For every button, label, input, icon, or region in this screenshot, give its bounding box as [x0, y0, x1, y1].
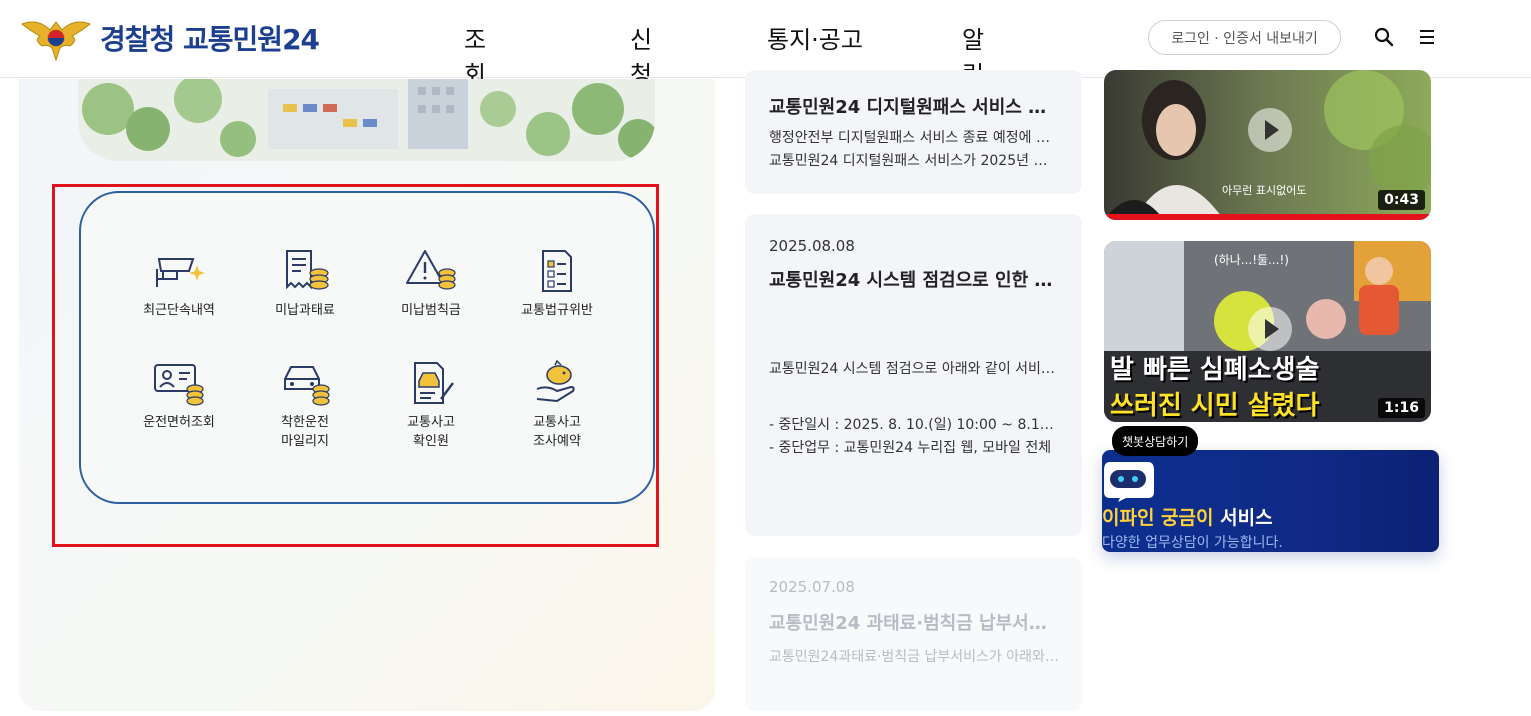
news-body-line: 행정안전부 디지털원패스 서비스 종료 예정에 따라 — [769, 130, 1059, 146]
service-license-inquiry[interactable]: 운전면허조회 — [119, 359, 239, 432]
nav-item-notice[interactable]: 통지·공고 — [767, 20, 863, 55]
license-card-icon — [154, 364, 204, 406]
news-date: 2025.07.08 — [769, 578, 855, 596]
chatbot-robot-icon — [1104, 462, 1154, 502]
police-emblem-icon — [21, 21, 91, 62]
service-label: 미납범칙금 — [401, 303, 461, 318]
service-label: 교통사고 확인원 — [407, 415, 455, 449]
news-card[interactable]: 교통민원24 디지털원패스 서비스 종료 안내 행정안전부 디지털원패스 서비스… — [745, 70, 1082, 194]
news-body-line: - 중단업무 : 교통민원24 누리집 웹, 모바일 전체 — [769, 440, 1052, 456]
accident-document-icon — [414, 362, 454, 404]
service-traffic-violation[interactable]: 교통법규위반 — [497, 247, 617, 320]
service-label: 미납과태료 — [275, 303, 335, 318]
quick-services-box: 최근단속내역 미납과태료 미납범칙금 교통법규위반 운전면허조회 착한운전 마일… — [79, 191, 655, 504]
news-date: 2025.08.08 — [769, 237, 855, 255]
chatbot-title: 이파인 궁금이 서비스 — [1102, 503, 1273, 530]
service-unpaid-penalties[interactable]: 미납범칙금 — [371, 247, 491, 320]
chatbot-subtitle: 다양한 업무상담이 가능합니다. — [1102, 535, 1283, 551]
service-label: 교통사고 조사예약 — [533, 415, 581, 449]
video-thumbnail[interactable]: 아무런 표시없어도 0:43 — [1104, 70, 1431, 220]
logo-main-text: 경찰청 — [100, 23, 175, 56]
chatbot-title-highlight: 이파인 궁금이 — [1102, 507, 1214, 529]
cctv-camera-icon — [156, 258, 205, 287]
city-illustration — [78, 79, 655, 161]
search-icon[interactable] — [1374, 27, 1394, 47]
hand-piggybank-icon — [536, 359, 575, 403]
receipt-coins-icon — [286, 250, 329, 290]
service-label: 운전면허조회 — [143, 415, 215, 430]
video-caption-line1: 발 빠른 심폐소생술 — [1110, 355, 1320, 385]
play-icon[interactable] — [1248, 307, 1292, 351]
news-card[interactable]: 2025.08.08 교통민원24 시스템 점검으로 인한 서비스 중단 안내 … — [745, 214, 1082, 536]
service-accident-reservation[interactable]: 교통사고 조사예약 — [497, 359, 617, 451]
news-body-line: - 중단일시 : 2025. 8. 10.(일) 10:00 ~ 8.10.(일… — [769, 417, 1059, 433]
service-label: 착한운전 마일리지 — [281, 415, 329, 449]
video-caption: 아무런 표시없어도 — [1222, 184, 1307, 197]
news-title: 교통민원24 시스템 점검으로 인한 서비스 중단 안내 — [769, 270, 1059, 291]
service-unpaid-fines[interactable]: 미납과태료 — [245, 247, 365, 320]
checklist-document-icon — [542, 250, 572, 292]
video-duration: 0:43 — [1378, 190, 1425, 210]
warning-coins-icon — [406, 250, 456, 290]
site-header: 경찰청 교통민원24 조회 신청 통지·공고 알림 로그인 · 인증서 내보내기 — [0, 0, 1531, 89]
news-body-line: 교통민원24 시스템 점검으로 아래와 같이 서비스가 중단됩니다 — [769, 361, 1059, 377]
video-caption-line2: 쓰러진 시민 살렸다 — [1110, 391, 1320, 421]
chatbot-tooltip[interactable]: 챗봇상담하기 — [1112, 426, 1199, 456]
hamburger-menu-icon[interactable] — [1418, 28, 1436, 46]
news-card[interactable]: 2025.07.08 교통민원24 과태료·범칙금 납부서비스 안내 교통민원2… — [745, 557, 1082, 711]
site-logo[interactable]: 경찰청 교통민원24 — [20, 14, 320, 62]
login-button[interactable]: 로그인 · 인증서 내보내기 — [1148, 20, 1341, 55]
service-accident-certificate[interactable]: 교통사고 확인원 — [371, 359, 491, 451]
service-label: 교통법규위반 — [521, 303, 593, 318]
service-recent-enforcement[interactable]: 최근단속내역 — [119, 247, 239, 320]
video-bubble-text: (하나...!둘...!) — [1214, 253, 1289, 267]
car-coins-icon — [284, 366, 330, 406]
service-label: 최근단속내역 — [143, 303, 215, 318]
logo-sub-text: 교통민원24 — [183, 23, 320, 56]
news-body-line: 교통민원24 디지털원패스 서비스가 2025년 종료됩니다 — [769, 153, 1059, 169]
news-body-line: 교통민원24과태료·범칙금 납부서비스가 아래와 같이 — [769, 649, 1059, 665]
chatbot-banner[interactable]: 이파인 궁금이 서비스 다양한 업무상담이 가능합니다. — [1102, 450, 1439, 552]
video-duration: 1:16 — [1378, 398, 1425, 418]
news-title: 교통민원24 디지털원패스 서비스 종료 안내 — [769, 97, 1059, 118]
chatbot-title-rest: 서비스 — [1213, 507, 1273, 529]
video-thumbnail[interactable]: (하나...!둘...!) 발 빠른 심폐소생술 쓰러진 시민 살렸다 1:16 — [1104, 241, 1431, 422]
service-good-driving-mileage[interactable]: 착한운전 마일리지 — [245, 359, 365, 451]
news-title: 교통민원24 과태료·범칙금 납부서비스 안내 — [769, 613, 1059, 634]
play-icon[interactable] — [1248, 108, 1292, 152]
